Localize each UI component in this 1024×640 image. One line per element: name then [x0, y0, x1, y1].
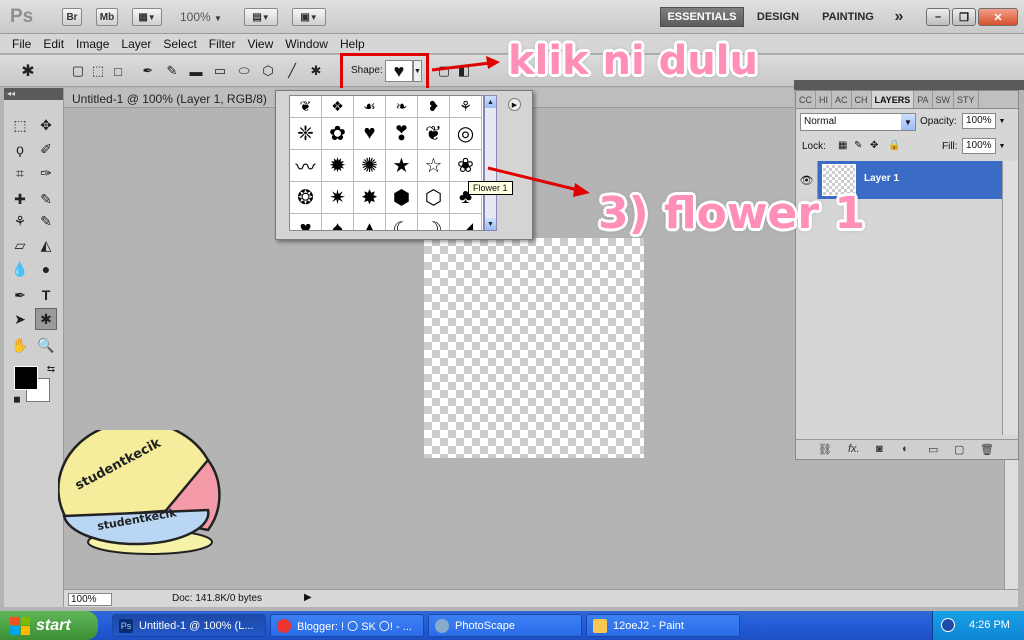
network-icon[interactable]	[941, 618, 955, 632]
arrowhead-2	[573, 183, 590, 197]
photoscape-icon	[435, 618, 449, 633]
paint-icon	[593, 618, 607, 633]
taskbar-item-chrome[interactable]: Blogger: ! 〇 SK 〇! - ...	[270, 614, 424, 637]
start-button[interactable]: start	[0, 611, 98, 640]
arrowhead-1	[486, 56, 500, 69]
studentkecik-logo: studentkecik studentkecik	[58, 430, 221, 555]
annotation-step1: klik ni dulu	[508, 38, 758, 84]
photoshop-icon: Ps	[119, 618, 133, 633]
taskbar-item-photoscape[interactable]: PhotoScape	[428, 614, 582, 637]
chrome-icon	[277, 618, 291, 633]
taskbar-item-paint[interactable]: 12oeJ2 - Paint	[586, 614, 740, 637]
system-tray: 4:26 PM	[932, 611, 1024, 640]
clock[interactable]: 4:26 PM	[969, 619, 1010, 631]
taskbar-item-photoshop[interactable]: Ps Untitled-1 @ 100% (L...	[112, 614, 266, 637]
windows-flag-icon	[10, 616, 30, 635]
arrow-line-2	[487, 166, 579, 192]
annotation-step3: 3) flower 1	[598, 188, 866, 239]
arrow-line-1	[431, 61, 491, 72]
windows-taskbar: start Ps Untitled-1 @ 100% (L... Blogger…	[0, 611, 1024, 640]
